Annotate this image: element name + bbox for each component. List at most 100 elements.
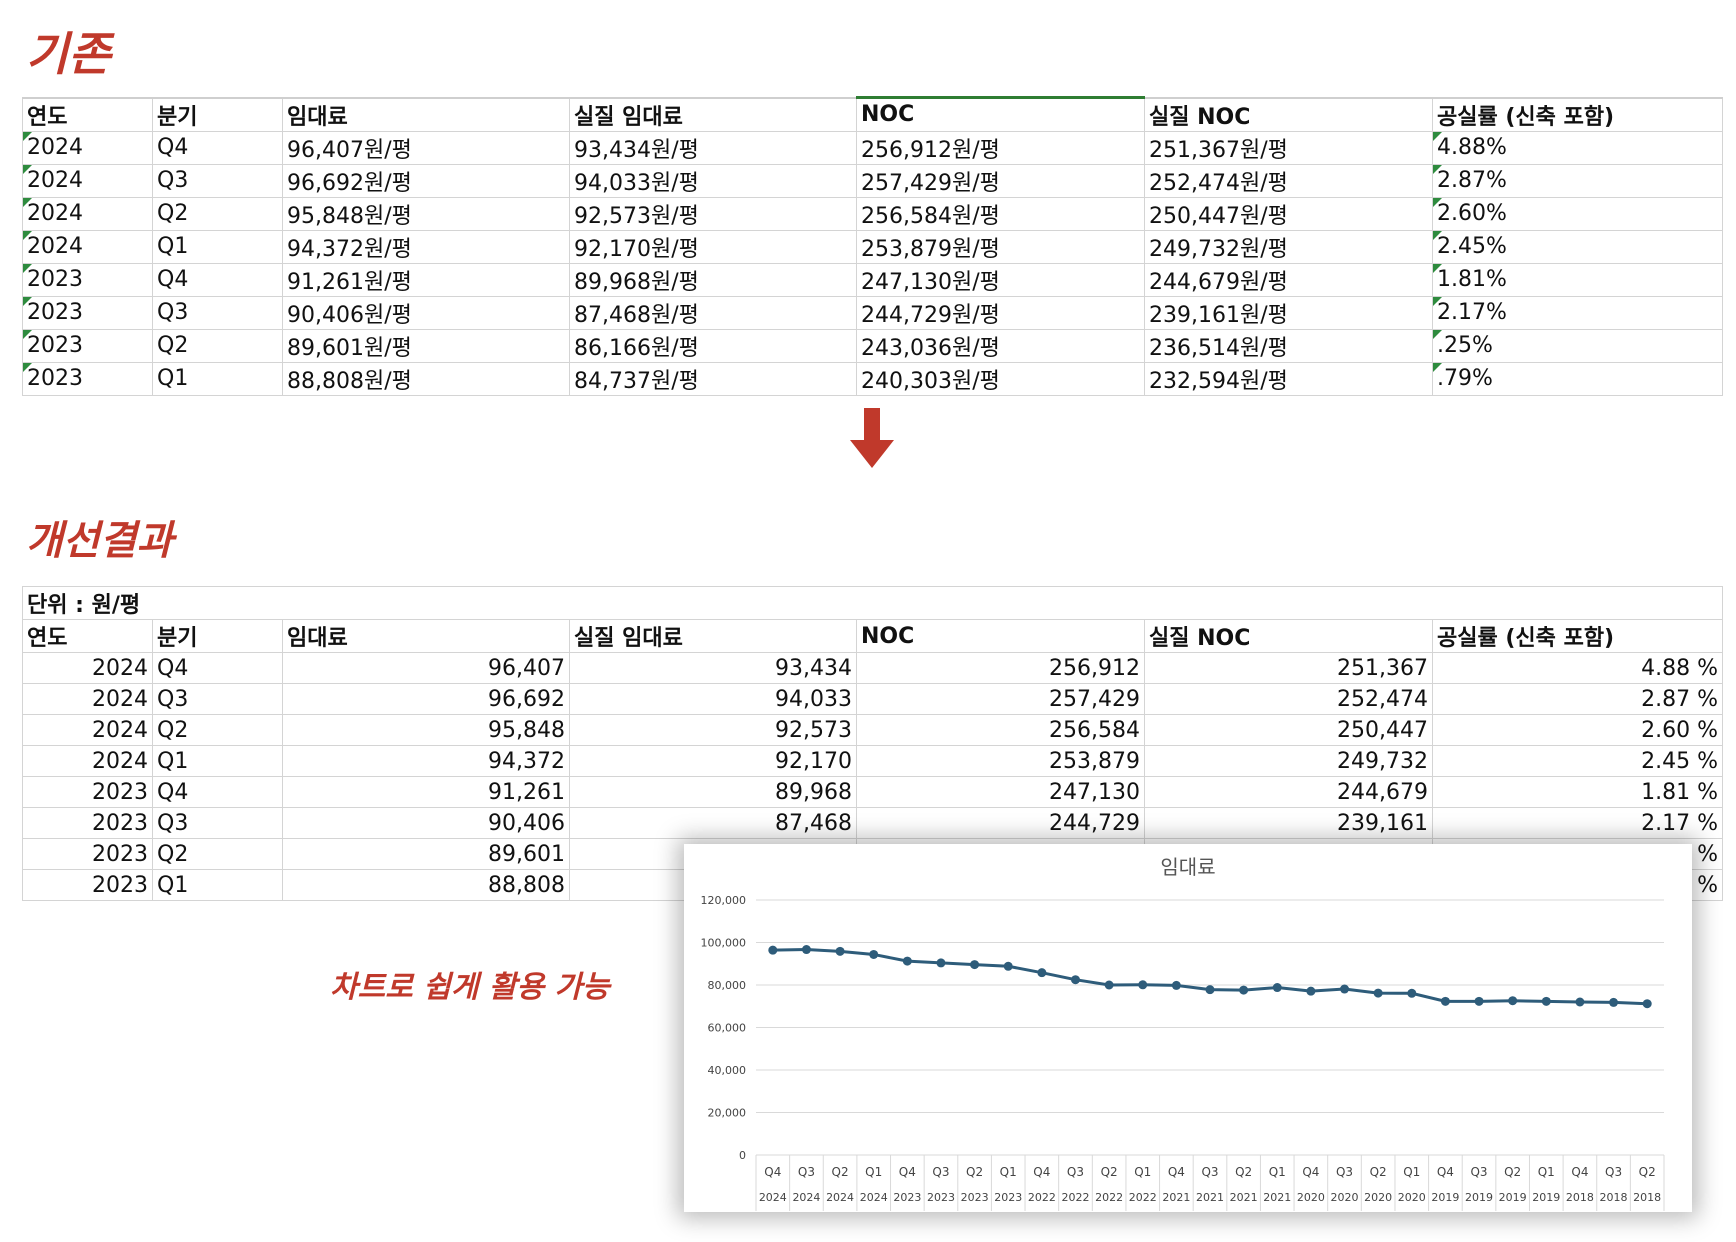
data-point[interactable] bbox=[1272, 983, 1282, 993]
header-rent[interactable]: 임대료 bbox=[282, 96, 570, 132]
header-real-noc[interactable]: 실질 NOC bbox=[1144, 96, 1433, 132]
table-cell[interactable]: 88,808원/평 bbox=[282, 361, 570, 396]
table-cell[interactable]: 239,161 bbox=[1144, 807, 1433, 839]
table-cell[interactable]: 94,033원/평 bbox=[569, 163, 857, 198]
header-noc[interactable]: NOC bbox=[856, 619, 1145, 653]
table-cell[interactable]: 93,434 bbox=[569, 652, 857, 684]
header-real-rent[interactable]: 실질 임대료 bbox=[569, 96, 857, 132]
table-cell[interactable]: 2023 bbox=[22, 869, 153, 901]
table-cell[interactable]: 2.17% bbox=[1432, 295, 1723, 330]
table-cell[interactable]: 243,036원/평 bbox=[856, 328, 1145, 363]
table-cell[interactable]: 1.81% bbox=[1432, 262, 1723, 297]
data-point[interactable] bbox=[869, 949, 879, 959]
table-cell[interactable]: 96,692 bbox=[282, 683, 570, 715]
table-cell[interactable]: 89,968 bbox=[569, 776, 857, 808]
table-cell[interactable]: 256,912 bbox=[856, 652, 1145, 684]
table-cell[interactable]: 247,130원/평 bbox=[856, 262, 1145, 297]
table-cell[interactable]: 2023 bbox=[22, 295, 153, 330]
table-cell[interactable]: 2023 bbox=[22, 361, 153, 396]
data-point[interactable] bbox=[1609, 997, 1619, 1007]
table-cell[interactable]: Q1 bbox=[152, 361, 283, 396]
table-cell[interactable]: 92,573원/평 bbox=[569, 196, 857, 231]
header-year[interactable]: 연도 bbox=[22, 619, 153, 653]
data-point[interactable] bbox=[1239, 985, 1249, 995]
data-point[interactable] bbox=[1440, 996, 1450, 1006]
data-point[interactable] bbox=[1508, 996, 1518, 1006]
table-cell[interactable]: 92,170원/평 bbox=[569, 229, 857, 264]
table-cell[interactable]: 2.45% bbox=[1432, 229, 1723, 264]
table-cell[interactable]: 247,130 bbox=[856, 776, 1145, 808]
header-quarter[interactable]: 분기 bbox=[152, 96, 283, 132]
header-vacancy[interactable]: 공실률 (신축 포함) bbox=[1432, 96, 1723, 132]
table-cell[interactable]: 87,468 bbox=[569, 807, 857, 839]
table-cell[interactable]: 90,406원/평 bbox=[282, 295, 570, 330]
rent-line-chart[interactable]: 임대료 0 20,000 40,000 60,000 80,000 100,000 120,… bbox=[684, 844, 1692, 1212]
unit-label[interactable]: 단위 : 원/평 bbox=[21, 586, 1724, 620]
data-point[interactable] bbox=[902, 956, 912, 966]
data-point[interactable] bbox=[1642, 999, 1652, 1009]
table-cell[interactable]: 244,729원/평 bbox=[856, 295, 1145, 330]
table-cell[interactable]: 2023 bbox=[22, 328, 153, 363]
table-cell[interactable]: 251,367 bbox=[1144, 652, 1433, 684]
table-cell[interactable]: 88,808 bbox=[282, 869, 570, 901]
table-cell[interactable]: Q4 bbox=[152, 776, 283, 808]
table-cell[interactable]: 253,879원/평 bbox=[856, 229, 1145, 264]
table-cell[interactable]: Q2 bbox=[152, 714, 283, 746]
data-point[interactable] bbox=[1205, 985, 1215, 995]
table-cell[interactable]: 92,573 bbox=[569, 714, 857, 746]
table-cell[interactable]: 4.88 % bbox=[1431, 652, 1724, 684]
data-point[interactable] bbox=[1575, 997, 1585, 1007]
table-cell[interactable]: 252,474 bbox=[1144, 683, 1433, 715]
header-rent[interactable]: 임대료 bbox=[282, 619, 570, 653]
table-cell[interactable]: 2.60 % bbox=[1431, 714, 1724, 746]
table-cell[interactable]: Q3 bbox=[152, 163, 283, 198]
table-cell[interactable]: 2.87% bbox=[1432, 163, 1723, 198]
table-cell[interactable]: Q3 bbox=[152, 807, 283, 839]
table-cell[interactable]: 94,033 bbox=[569, 683, 857, 715]
table-cell[interactable]: 2024 bbox=[22, 196, 153, 231]
header-noc[interactable]: NOC bbox=[856, 96, 1145, 132]
data-point[interactable] bbox=[801, 945, 811, 955]
table-cell[interactable]: 2023 bbox=[22, 776, 153, 808]
table-cell[interactable]: 2024 bbox=[22, 714, 153, 746]
data-point[interactable] bbox=[1306, 986, 1316, 996]
table-cell[interactable]: 240,303원/평 bbox=[856, 361, 1145, 396]
data-point[interactable] bbox=[768, 945, 778, 955]
data-point[interactable] bbox=[1037, 968, 1047, 978]
table-cell[interactable]: 252,474원/평 bbox=[1144, 163, 1433, 198]
table-cell[interactable]: 93,434원/평 bbox=[569, 130, 857, 165]
table-cell[interactable]: 2.45 % bbox=[1431, 745, 1724, 777]
table-cell[interactable]: 94,372원/평 bbox=[282, 229, 570, 264]
table-cell[interactable]: 2023 bbox=[22, 807, 153, 839]
table-cell[interactable]: 2.87 % bbox=[1431, 683, 1724, 715]
table-cell[interactable]: 96,407 bbox=[282, 652, 570, 684]
table-cell[interactable]: 2024 bbox=[22, 745, 153, 777]
data-point[interactable] bbox=[1541, 996, 1551, 1006]
data-point[interactable] bbox=[1373, 988, 1383, 998]
data-point[interactable] bbox=[970, 960, 980, 970]
table-cell[interactable]: 96,692원/평 bbox=[282, 163, 570, 198]
table-cell[interactable]: 2023 bbox=[22, 838, 153, 870]
table-cell[interactable]: 251,367원/평 bbox=[1144, 130, 1433, 165]
data-point[interactable] bbox=[1070, 975, 1080, 985]
table-cell[interactable]: 239,161원/평 bbox=[1144, 295, 1433, 330]
table-cell[interactable]: 2024 bbox=[22, 683, 153, 715]
table-cell[interactable]: 250,447원/평 bbox=[1144, 196, 1433, 231]
table-cell[interactable]: 1.81 % bbox=[1431, 776, 1724, 808]
table-cell[interactable]: 4.88% bbox=[1432, 130, 1723, 165]
table-cell[interactable]: 2024 bbox=[22, 229, 153, 264]
data-point[interactable] bbox=[1171, 980, 1181, 990]
table-cell[interactable]: Q2 bbox=[152, 328, 283, 363]
table-cell[interactable]: 95,848원/평 bbox=[282, 196, 570, 231]
table-cell[interactable]: .79% bbox=[1432, 361, 1723, 396]
table-cell[interactable]: 244,679원/평 bbox=[1144, 262, 1433, 297]
table-cell[interactable]: Q4 bbox=[152, 652, 283, 684]
header-quarter[interactable]: 분기 bbox=[152, 619, 283, 653]
table-cell[interactable]: Q3 bbox=[152, 683, 283, 715]
table-cell[interactable]: 92,170 bbox=[569, 745, 857, 777]
table-cell[interactable]: 249,732원/평 bbox=[1144, 229, 1433, 264]
table-cell[interactable]: 87,468원/평 bbox=[569, 295, 857, 330]
table-cell[interactable]: 256,912원/평 bbox=[856, 130, 1145, 165]
table-cell[interactable]: 253,879 bbox=[856, 745, 1145, 777]
table-cell[interactable]: 257,429 bbox=[856, 683, 1145, 715]
